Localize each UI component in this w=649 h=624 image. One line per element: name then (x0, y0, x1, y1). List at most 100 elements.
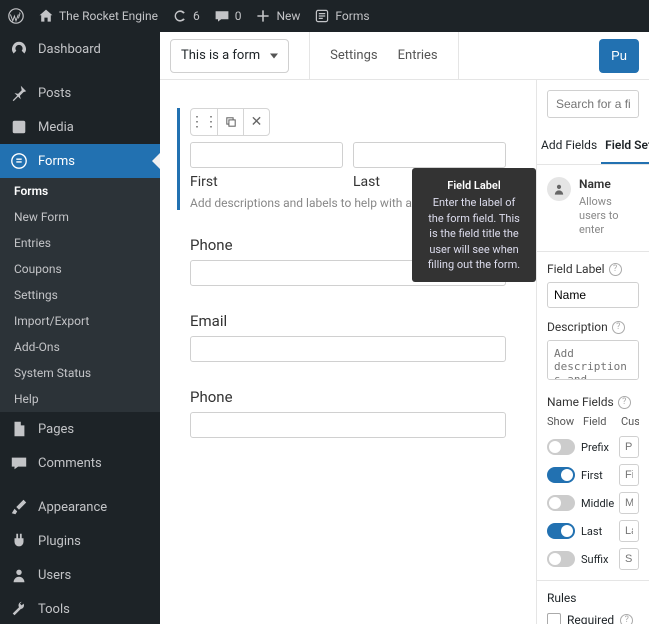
tab-add-fields[interactable]: Add Fields (537, 128, 601, 164)
plugin-icon (10, 532, 28, 550)
wp-logo[interactable] (8, 8, 24, 24)
forms-submenu: Forms New Form Entries Coupons Settings … (0, 178, 160, 412)
phone-field-2[interactable]: Phone (190, 388, 506, 438)
brush-icon (10, 498, 28, 516)
sidebar-item-users[interactable]: Users (0, 558, 160, 592)
middle-sublabel-input[interactable] (619, 492, 639, 514)
suffix-sublabel-input[interactable] (619, 548, 639, 570)
first-sublabel-input[interactable] (619, 464, 639, 486)
media-icon (10, 118, 28, 136)
site-link[interactable]: The Rocket Engine (38, 8, 158, 24)
submenu-help[interactable]: Help (0, 386, 160, 412)
topbar-divider (458, 32, 459, 80)
toggle-prefix[interactable] (547, 439, 575, 455)
name-fields-label: Name Fields? (547, 395, 639, 409)
form-canvas: ⋮⋮ ✕ First Last Add descriptions and lab… (160, 80, 536, 624)
row-last: Last (547, 520, 639, 542)
form-selector[interactable]: This is a form (170, 39, 289, 73)
refresh-icon (172, 8, 188, 24)
new-link[interactable]: New (255, 8, 300, 24)
tooltip-title: Field Label (424, 178, 524, 193)
sidebar-item-comments[interactable]: Comments (0, 446, 160, 480)
nf-label: Last (581, 525, 613, 538)
submenu-coupons[interactable]: Coupons (0, 256, 160, 282)
last-name-input[interactable] (353, 142, 506, 168)
help-icon[interactable]: ? (620, 614, 633, 624)
submenu-system-status[interactable]: System Status (0, 360, 160, 386)
pin-icon (10, 84, 28, 102)
admin-bar: The Rocket Engine 6 0 New Forms (0, 0, 649, 32)
forms-adminbar-link[interactable]: Forms (314, 8, 369, 24)
forms-ab-label: Forms (335, 9, 369, 23)
sidebar-label: Appearance (38, 500, 107, 515)
dashboard-icon (10, 40, 28, 58)
copy-icon (224, 115, 238, 129)
field-label-input[interactable] (547, 282, 639, 308)
last-sublabel-input[interactable] (619, 520, 639, 542)
submenu-entries[interactable]: Entries (0, 230, 160, 256)
summary-title: Name (579, 177, 639, 193)
summary-sub: Allows users to enter (579, 195, 639, 238)
topbar-settings[interactable]: Settings (330, 48, 377, 63)
first-sublabel: First (190, 174, 343, 190)
email-field[interactable]: Email (190, 312, 506, 362)
panel-tabs: Add Fields Field Settings (537, 128, 649, 165)
submenu-forms[interactable]: Forms (0, 178, 160, 204)
toggle-first[interactable] (547, 467, 575, 483)
phone2-label: Phone (190, 388, 506, 406)
submenu-addons[interactable]: Add-Ons (0, 334, 160, 360)
sidebar-label: Media (38, 120, 74, 135)
toggle-middle[interactable] (547, 495, 575, 511)
prefix-sublabel-input[interactable] (619, 436, 639, 458)
admin-sidebar: Dashboard Posts Media Forms Forms New Fo… (0, 32, 160, 624)
sidebar-item-posts[interactable]: Posts (0, 76, 160, 110)
submenu-settings[interactable]: Settings (0, 282, 160, 308)
description-textarea[interactable] (547, 340, 639, 380)
topbar-divider (309, 32, 310, 80)
help-icon[interactable]: ? (612, 321, 625, 334)
comments-count: 0 (235, 9, 242, 23)
person-icon (552, 182, 566, 196)
sidebar-item-media[interactable]: Media (0, 110, 160, 144)
tools-icon (10, 600, 28, 618)
field-settings-panel: Add Fields Field Settings Name Allows us… (536, 80, 649, 624)
drag-handle[interactable]: ⋮⋮ (191, 109, 217, 135)
email-label: Email (190, 312, 506, 330)
row-first: First (547, 464, 639, 486)
sidebar-item-forms[interactable]: Forms (0, 144, 160, 178)
sidebar-item-tools[interactable]: Tools (0, 592, 160, 624)
site-title: The Rocket Engine (59, 9, 158, 23)
help-icon[interactable]: ? (618, 396, 631, 409)
sidebar-label: Forms (38, 154, 75, 169)
sidebar-item-pages[interactable]: Pages (0, 412, 160, 446)
forms-menu-icon (10, 152, 28, 170)
email-input[interactable] (190, 336, 506, 362)
sidebar-item-dashboard[interactable]: Dashboard (0, 32, 160, 66)
delete-button[interactable]: ✕ (243, 109, 269, 135)
search-field-input[interactable] (547, 90, 639, 118)
required-checkbox[interactable] (547, 613, 561, 624)
new-label: New (276, 9, 300, 23)
sidebar-item-appearance[interactable]: Appearance (0, 490, 160, 524)
tab-field-settings[interactable]: Field Settings (601, 128, 649, 164)
sidebar-label: Pages (38, 422, 74, 437)
duplicate-button[interactable] (217, 109, 243, 135)
submenu-import-export[interactable]: Import/Export (0, 308, 160, 334)
toggle-last[interactable] (547, 523, 575, 539)
first-name-input[interactable] (190, 142, 343, 168)
toggle-suffix[interactable] (547, 551, 575, 567)
submenu-new-form[interactable]: New Form (0, 204, 160, 230)
comments-link[interactable]: 0 (214, 8, 242, 24)
required-row: Required ? (547, 613, 639, 624)
form-selector-label: This is a form (181, 48, 260, 63)
topbar-entries[interactable]: Entries (398, 48, 438, 63)
phone2-input[interactable] (190, 412, 506, 438)
plus-icon (255, 8, 271, 24)
comment-icon (214, 8, 230, 24)
field-label-tooltip: Field Label Enter the label of the form … (412, 168, 536, 282)
help-icon[interactable]: ? (609, 263, 622, 276)
sidebar-item-plugins[interactable]: Plugins (0, 524, 160, 558)
updates-link[interactable]: 6 (172, 8, 200, 24)
publish-button[interactable]: Pu (599, 39, 639, 73)
sidebar-label: Dashboard (38, 42, 101, 57)
